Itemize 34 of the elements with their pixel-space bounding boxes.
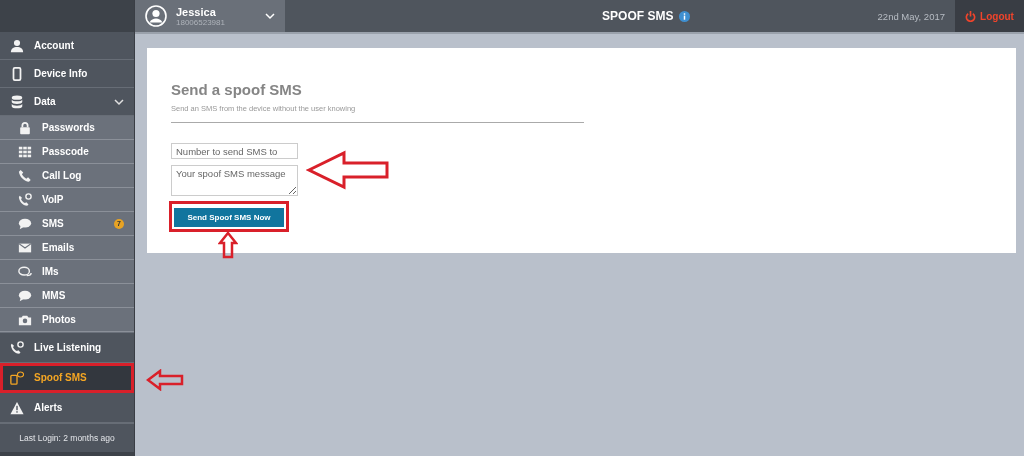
sidebar-item[interactable]: Account [0,32,134,60]
logout-button[interactable]: Logout [955,0,1024,32]
sidebar-item[interactable]: Spoof SMS [0,363,134,393]
person-icon [10,38,24,53]
sidebar-item[interactable]: Alerts [0,393,134,423]
annotation-arrow [146,369,184,391]
phone-gear-icon [18,192,32,207]
last-login-text: Last Login: 2 months ago [0,423,134,456]
phone-gear-icon [10,340,24,355]
power-icon [965,10,977,22]
page-title: SPOOF SMS [602,9,674,23]
speech-bubble-icon [18,216,32,231]
speech-bubbles-icon [18,264,32,279]
user-switcher[interactable]: Jessica 18006523981 [135,0,285,32]
date-text: 22nd May, 2017 [877,10,945,22]
avatar-icon [145,5,167,27]
user-phone-number: 18006523981 [176,17,226,27]
info-icon [679,10,691,22]
phone-icon [10,66,24,81]
user-name: Jessica [176,5,217,18]
warning-icon [10,400,24,415]
message-field[interactable]: Your spoof SMS message [171,165,298,196]
keypad-icon [18,144,32,159]
phone-bubble-icon [10,370,24,385]
speech-bubble-icon [18,288,32,303]
send-button[interactable]: Send Spoof SMS Now [174,208,284,227]
form-title: Send a spoof SMS [171,81,303,98]
envelope-icon [18,240,32,255]
sidebar-item[interactable]: Device Info [0,60,134,88]
phone-handset-icon [18,168,32,183]
chevron-icon [265,11,275,21]
database-icon [10,94,24,109]
lock-icon [18,120,32,135]
phone-number-field[interactable]: Number to send SMS to [171,143,298,159]
